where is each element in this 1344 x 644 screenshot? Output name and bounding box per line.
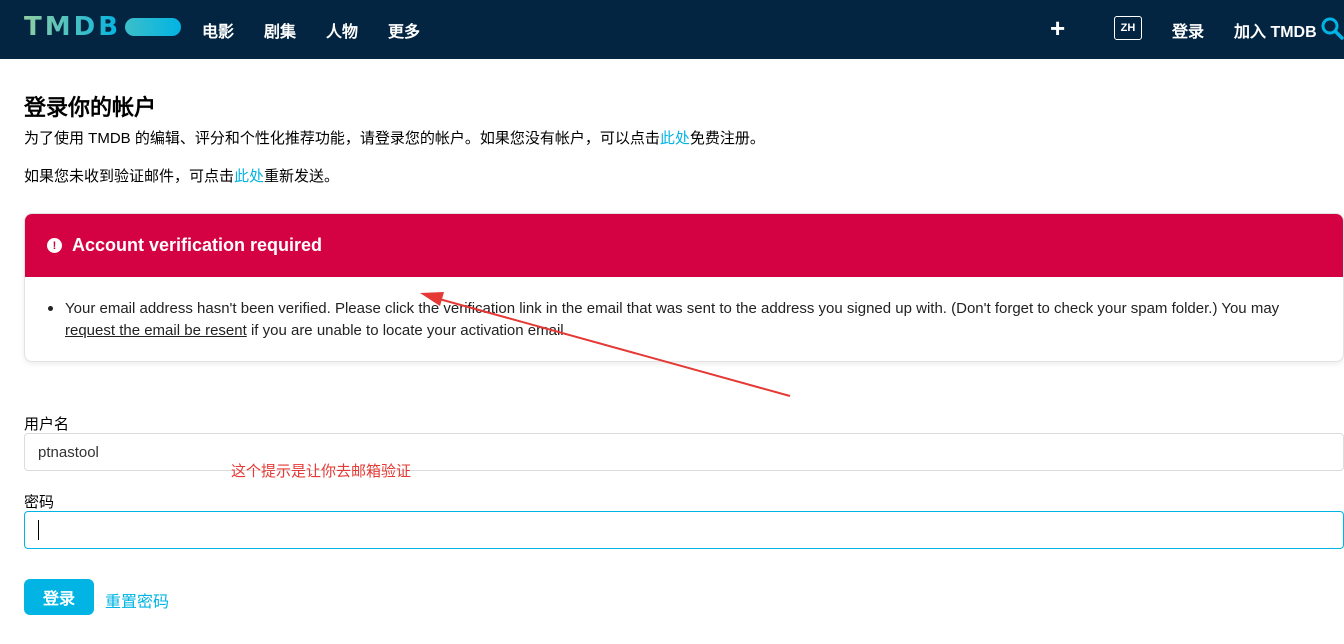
- username-label: 用户名: [24, 416, 70, 433]
- header-actions: + ZH 登录 加入 TMDB: [1024, 0, 1344, 59]
- resend-text-part: 重新发送。: [264, 168, 340, 185]
- alert-header: ! Account verification required: [25, 214, 1343, 277]
- verification-alert: ! Account verification required Your ema…: [24, 213, 1344, 362]
- exclamation-icon: !: [47, 238, 62, 253]
- login-link[interactable]: 登录: [1172, 18, 1204, 42]
- nav-more[interactable]: 更多: [388, 18, 420, 42]
- alert-title: Account verification required: [72, 235, 323, 255]
- nav-tv[interactable]: 剧集: [264, 18, 296, 42]
- intro-text-part: 为了使用 TMDB 的编辑、评分和个性化推荐功能，请登录您的帐户。如果您没有帐户…: [24, 130, 660, 147]
- login-button[interactable]: 登录: [24, 579, 94, 615]
- resend-link[interactable]: 此处: [234, 168, 264, 185]
- logo-pill-graphic: [125, 18, 182, 36]
- language-selector[interactable]: ZH: [1114, 16, 1142, 40]
- username-input[interactable]: ptnastool: [24, 433, 1344, 471]
- signup-link[interactable]: 此处: [660, 130, 690, 147]
- intro-text-part: 免费注册。: [689, 130, 765, 147]
- resend-email-link[interactable]: request the email be resent: [65, 322, 247, 339]
- alert-message-end: if you are unable to locate your activat…: [250, 322, 568, 339]
- alert-body: Your email address hasn't been verified.…: [25, 277, 1343, 342]
- nav-people[interactable]: 人物: [326, 18, 358, 42]
- alert-message: Your email address hasn't been verified.…: [65, 300, 1280, 317]
- resend-text: 如果您未收到验证邮件，可点击此处重新发送。: [24, 165, 339, 186]
- text-caret: [38, 520, 39, 540]
- logo-text: TMDB: [24, 12, 122, 42]
- nav-movies[interactable]: 电影: [202, 18, 234, 42]
- top-navbar: TMDB 电影 剧集 人物 更多 + ZH 登录 加入 TMDB: [0, 0, 1344, 59]
- password-input[interactable]: [24, 511, 1344, 549]
- tmdb-logo[interactable]: TMDB: [24, 12, 182, 42]
- password-label: 密码: [24, 494, 55, 511]
- plus-icon[interactable]: +: [1050, 14, 1065, 42]
- username-value: ptnastool: [38, 443, 99, 461]
- annotation-text: 这个提示是让你去邮箱验证: [231, 463, 412, 480]
- page-title: 登录你的帐户: [24, 95, 157, 120]
- intro-text: 为了使用 TMDB 的编辑、评分和个性化推荐功能，请登录您的帐户。如果您没有帐户…: [24, 127, 765, 148]
- reset-password-link[interactable]: 重置密码: [105, 588, 169, 612]
- main-nav: 电影 剧集 人物 更多: [202, 0, 450, 59]
- resend-text-part: 如果您未收到验证邮件，可点击: [24, 168, 235, 185]
- bullet-icon: [48, 306, 53, 311]
- join-link[interactable]: 加入 TMDB: [1234, 18, 1317, 42]
- search-icon[interactable]: [1320, 16, 1344, 40]
